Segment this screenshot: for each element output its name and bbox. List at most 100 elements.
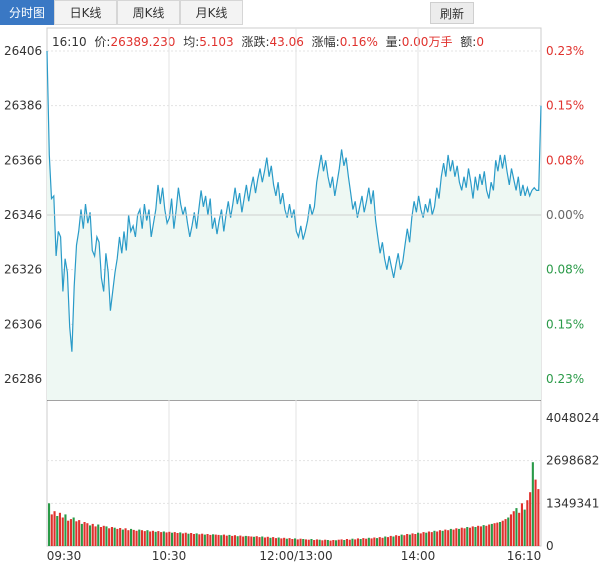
y-tick-label: 26366 [4, 153, 42, 167]
volume-bar [534, 479, 537, 546]
volume-bar [149, 531, 152, 546]
volume-bar [493, 523, 496, 546]
volume-bar [294, 538, 297, 546]
volume-bar [209, 534, 212, 546]
volume-bar [425, 532, 428, 546]
volume-bar [488, 524, 491, 546]
volume-bar [526, 500, 529, 546]
volume-bar [61, 517, 64, 546]
volume-bar [91, 523, 94, 546]
volume-bar [315, 539, 318, 546]
volume-bar [272, 537, 275, 546]
volume-bar [228, 534, 231, 546]
volume-bar [507, 517, 510, 546]
volume-bar [201, 533, 204, 546]
volume-bar [376, 538, 379, 546]
volume-bar [53, 511, 56, 546]
volume-bar [449, 528, 452, 546]
volume-bar [130, 528, 133, 546]
volume-bar [304, 539, 307, 546]
volume-bar [135, 530, 138, 546]
volume-bar [504, 519, 507, 546]
y-tick-label: 26346 [4, 208, 42, 222]
volume-bar [206, 534, 209, 546]
y-tick-label: 26286 [4, 372, 42, 386]
volume-bar [233, 535, 236, 546]
volume-bar [67, 520, 70, 546]
volume-bar [157, 531, 160, 546]
volume-bar [64, 514, 67, 546]
volume-bar [269, 537, 272, 546]
volume-bar [253, 536, 256, 546]
volume-bar [501, 520, 504, 546]
volume-bar [296, 539, 299, 546]
volume-bar [471, 526, 474, 546]
volume-bar [162, 531, 165, 546]
x-tick-label: 16:10 [507, 549, 542, 563]
volume-bar [302, 539, 305, 546]
volume-bar [441, 530, 444, 546]
volume-bar [515, 508, 518, 546]
volume-bar [518, 512, 521, 546]
volume-bar [99, 527, 102, 546]
vol-tick-label: 0 [546, 539, 554, 553]
volume-bar [75, 521, 78, 546]
volume-bar [171, 532, 174, 546]
x-tick-label: 10:30 [152, 549, 187, 563]
volume-bar [72, 517, 75, 546]
volume-bar [310, 539, 313, 546]
volume-bar [512, 511, 515, 546]
volume-bar [277, 537, 280, 546]
volume-bar [140, 530, 143, 546]
volume-bar [321, 540, 324, 546]
volume-bar [195, 533, 198, 546]
volume-bar [422, 532, 425, 546]
volume-bar [531, 462, 534, 546]
volume-bar [113, 527, 116, 546]
volume-bar [247, 536, 250, 546]
volume-bar [261, 536, 264, 546]
volume-bar [83, 522, 86, 546]
volume-bar [373, 537, 376, 546]
volume-bar [127, 530, 130, 546]
volume-bar [466, 527, 469, 546]
volume-bar [239, 535, 242, 546]
volume-bar [389, 535, 392, 546]
volume-bar [184, 532, 187, 546]
volume-bar [400, 534, 403, 546]
volume-bar [181, 533, 184, 546]
volume-bar [324, 539, 327, 546]
volume-bar [499, 522, 502, 546]
volume-bar [56, 516, 59, 546]
pct-tick-label: 0.08% [546, 263, 584, 277]
volume-bar [468, 527, 471, 546]
volume-bar [165, 532, 168, 546]
volume-bar [496, 522, 499, 546]
volume-bar [160, 532, 163, 546]
volume-bar [168, 531, 171, 546]
volume-bar [436, 531, 439, 546]
pct-tick-label: 0.23% [546, 44, 584, 58]
volume-bar [343, 540, 346, 546]
volume-bar [86, 523, 89, 546]
volume-bar [220, 535, 223, 546]
volume-bar [490, 523, 493, 546]
volume-bar [138, 529, 141, 546]
volume-bar [121, 529, 124, 546]
volume-bar [345, 539, 348, 546]
volume-bar [242, 536, 245, 546]
volume-bar [406, 534, 409, 546]
volume-bar [116, 528, 119, 546]
volume-bar [231, 535, 234, 546]
volume-bar [452, 529, 455, 546]
volume-bar [438, 530, 441, 546]
pct-tick-label: 0.15% [546, 317, 584, 331]
volume-bar [329, 540, 332, 546]
volume-bar [386, 537, 389, 546]
volume-bar [80, 523, 83, 546]
volume-bar [274, 538, 277, 546]
volume-bar [119, 528, 122, 546]
volume-bar [485, 525, 488, 546]
y-tick-label: 26386 [4, 99, 42, 113]
volume-bar [537, 489, 540, 546]
